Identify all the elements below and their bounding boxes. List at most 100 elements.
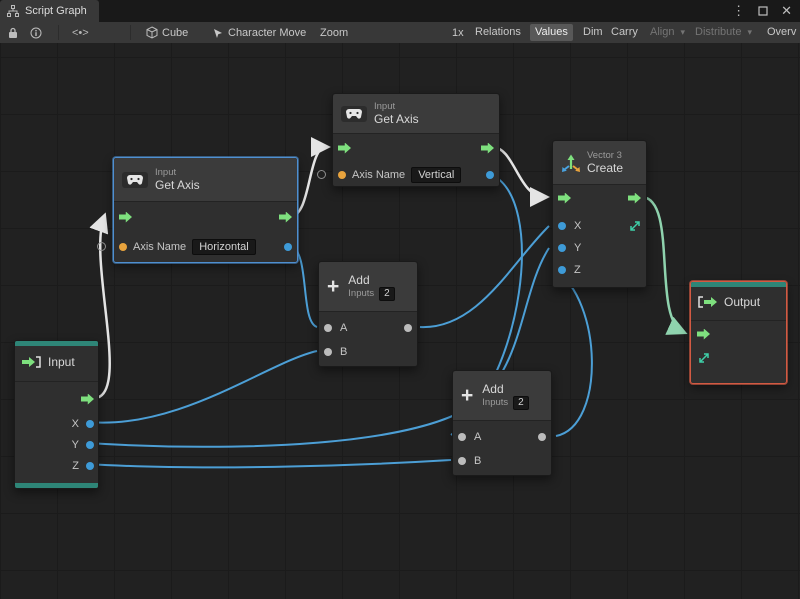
inputs-label: Inputs (482, 397, 509, 408)
port-label: X (71, 417, 79, 430)
node-category: Input (155, 167, 177, 178)
lock-button[interactable] (8, 22, 18, 43)
param-label: Axis Name (352, 169, 406, 181)
unconnected-port-circle[interactable] (97, 242, 106, 251)
port-z-out[interactable] (86, 461, 94, 470)
gamepad-icon (122, 171, 148, 188)
character-move-icon (214, 28, 222, 38)
port-x-in[interactable] (558, 222, 566, 230)
toolbar-separator (58, 25, 59, 40)
inputs-count-field[interactable]: 2 (379, 286, 395, 301)
value-out-port[interactable] (486, 171, 494, 179)
flow-in-port[interactable] (338, 142, 351, 154)
flow-out-port[interactable] (81, 393, 94, 405)
node-get-axis-vertical[interactable]: Input Get Axis Axis Name Vertical (332, 93, 500, 187)
value-in-expand-icon[interactable] (698, 352, 710, 364)
flow-in-port[interactable] (558, 192, 571, 204)
port-a-in[interactable] (458, 433, 466, 441)
menu-icon[interactable]: ⋮ (732, 3, 745, 19)
result-out-port[interactable] (404, 324, 412, 332)
event-bar (691, 282, 786, 287)
flow-in-port[interactable] (697, 328, 710, 340)
port-label: A (474, 431, 482, 443)
port-y-in[interactable] (558, 244, 566, 252)
dim-toggle[interactable]: Dim (578, 24, 608, 41)
node-vector3-create[interactable]: Vector 3 Create X Y Z (552, 140, 647, 288)
inputs-label: Inputs (348, 288, 375, 299)
node-title: Add (348, 272, 370, 287)
overview-toggle[interactable]: Overv (762, 24, 800, 41)
port-b-in[interactable] (324, 348, 332, 356)
tab-script-graph[interactable]: Script Graph (0, 0, 99, 22)
unconnected-port-circle[interactable] (317, 170, 326, 179)
expand-row (691, 346, 786, 370)
values-toggle[interactable]: Values (530, 24, 573, 41)
chevron-down-icon: ▾ (680, 27, 686, 37)
axis-name-in-port[interactable] (338, 171, 346, 179)
node-header[interactable]: + Add Inputs 2 (319, 262, 417, 312)
port-label: X (574, 220, 582, 232)
node-header[interactable]: Input Get Axis (333, 94, 499, 134)
node-header[interactable]: Output (691, 289, 786, 315)
align-dropdown[interactable]: Align ▾ (645, 24, 690, 41)
port-b-in[interactable] (458, 457, 466, 465)
distribute-dropdown[interactable]: Distribute ▾ (690, 24, 757, 41)
flow-out-port[interactable] (481, 142, 494, 154)
node-title: Create (587, 161, 624, 175)
port-label: Y (574, 242, 582, 254)
inputs-count-field[interactable]: 2 (513, 395, 529, 410)
param-row: Axis Name Horizontal (114, 232, 297, 262)
node-output-event[interactable]: Output (690, 281, 787, 384)
port-row-y: Y (15, 434, 98, 455)
port-row-a: A (319, 316, 417, 340)
node-header[interactable]: Input Get Axis (114, 158, 297, 202)
port-y-out[interactable] (86, 440, 94, 449)
port-x-out[interactable] (86, 419, 94, 428)
unity-script-graph-window: Script Graph ⋮ ✕ <•> Cube Character Move… (0, 0, 800, 599)
node-header[interactable]: + Add Inputs 2 (453, 371, 551, 421)
port-row-x: X (15, 413, 98, 434)
script-asset[interactable]: Character Move (212, 22, 306, 43)
node-header[interactable]: Vector 3 Create (553, 141, 646, 185)
axis-name-in-port[interactable] (119, 243, 127, 251)
code-view-button[interactable]: <•> (72, 22, 89, 43)
port-label: A (340, 322, 348, 334)
vector-out-expand-icon[interactable] (629, 220, 641, 232)
port-label: Z (574, 264, 581, 276)
node-add-1[interactable]: + Add Inputs 2 A B (318, 261, 418, 367)
info-button[interactable] (30, 22, 42, 43)
code-view-icon: <•> (72, 26, 89, 39)
node-title: Add (482, 381, 504, 396)
node-title: Get Axis (374, 112, 419, 126)
node-header[interactable]: Input (15, 348, 98, 376)
port-z-in[interactable] (558, 266, 566, 274)
node-input-event[interactable]: Input X Y Z (14, 340, 99, 489)
node-get-axis-horizontal[interactable]: Input Get Axis Axis Name Horizontal (113, 157, 298, 263)
node-add-2[interactable]: + Add Inputs 2 A B (452, 370, 552, 476)
carry-toggle[interactable]: Carry (606, 24, 643, 41)
flow-in-port[interactable] (119, 211, 132, 223)
value-out-port[interactable] (284, 243, 292, 251)
flow-out-port[interactable] (628, 192, 641, 204)
node-title: Output (724, 295, 761, 309)
param-row: Axis Name Vertical (333, 162, 499, 188)
relations-toggle[interactable]: Relations (470, 24, 526, 41)
script-asset-label: Character Move (228, 26, 307, 39)
maximize-icon[interactable] (758, 6, 768, 16)
flow-row (553, 185, 646, 211)
lock-icon (9, 27, 17, 38)
axis-name-field[interactable]: Horizontal (192, 239, 256, 255)
axis-name-field[interactable]: Vertical (411, 167, 462, 183)
port-label: B (474, 455, 482, 467)
flow-out-port[interactable] (279, 211, 292, 223)
toolbar-separator (130, 25, 131, 40)
event-bar (15, 483, 98, 488)
target-gameobject[interactable]: Cube (146, 22, 188, 43)
event-bar (15, 341, 98, 346)
port-a-in[interactable] (324, 324, 332, 332)
tab-title: Script Graph (25, 5, 87, 17)
result-out-port[interactable] (538, 433, 546, 441)
divider (691, 320, 786, 321)
close-icon[interactable]: ✕ (781, 3, 792, 19)
cube-icon (146, 26, 158, 39)
